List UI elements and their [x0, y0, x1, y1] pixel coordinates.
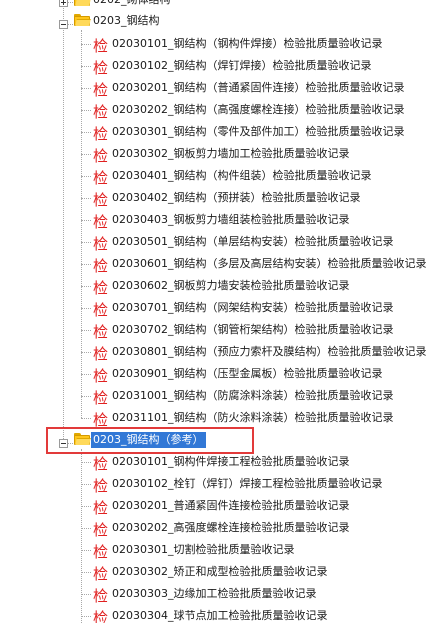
- tree-item[interactable]: 02030201_钢结构（普通紧固件连接）检验批质量验收记录: [112, 77, 405, 99]
- tree-item[interactable]: 02030302_钢板剪力墙加工检验批质量验收记录: [112, 143, 350, 165]
- tree-item[interactable]: 02030102_栓钉（焊钉）焊接工程检验批质量验收记录: [112, 473, 383, 495]
- tree-item[interactable]: 02031101_钢结构（防火涂料涂装）检验批质量验收记录: [112, 407, 394, 429]
- tree-item[interactable]: 02030601_钢结构（多层及高层结构安装）检验批质量验收记录: [112, 253, 427, 275]
- tree-item[interactable]: 02030301_切割检验批质量验收记录: [112, 539, 295, 561]
- inspection-form-icon: 检: [93, 37, 109, 55]
- tree-item[interactable]: 02030401_钢结构（构件组装）检验批质量验收记录: [112, 165, 372, 187]
- tree-item[interactable]: 02030201_普通紧固件连接检验批质量验收记录: [112, 495, 350, 517]
- inspection-form-icon: 检: [93, 147, 109, 165]
- tree-item[interactable]: 02030403_钢板剪力墙组装检验批质量验收记录: [112, 209, 350, 231]
- tree-node-group1[interactable]: 0203_钢结构: [93, 13, 160, 29]
- inspection-form-icon: 检: [93, 477, 109, 495]
- tree-item[interactable]: 02030801_钢结构（预应力索杆及膜结构）检验批质量验收记录: [112, 341, 427, 363]
- inspection-form-icon: 检: [93, 125, 109, 143]
- tree-item[interactable]: 02030202_高强度螺栓连接检验批质量验收记录: [112, 517, 350, 539]
- inspection-form-icon: 检: [93, 543, 109, 561]
- inspection-form-icon: 检: [93, 499, 109, 517]
- tree-item[interactable]: 02030702_钢结构（钢管桁架结构）检验批质量验收记录: [112, 319, 394, 341]
- tree-item[interactable]: 02030501_钢结构（单层结构安装）检验批质量验收记录: [112, 231, 394, 253]
- inspection-form-icon: 检: [93, 279, 109, 297]
- tree-item[interactable]: 02030202_钢结构（高强度螺栓连接）检验批质量验收记录: [112, 99, 405, 121]
- collapse-toggle-group1[interactable]: [59, 20, 68, 29]
- inspection-form-icon: 检: [93, 587, 109, 605]
- tree-guide-root: [63, 0, 64, 445]
- inspection-form-icon: 检: [93, 59, 109, 77]
- tree-item[interactable]: 02030304_球节点加工检验批质量验收记录: [112, 605, 328, 623]
- inspection-form-icon: 检: [93, 345, 109, 363]
- inspection-form-icon: 检: [93, 521, 109, 539]
- inspection-form-icon: 检: [93, 103, 109, 121]
- highlight-annotation-box: [46, 427, 254, 454]
- tree-item[interactable]: 02030301_钢结构（零件及部件加工）检验批质量验收记录: [112, 121, 405, 143]
- inspection-form-icon: 检: [93, 81, 109, 99]
- inspection-form-icon: 检: [93, 213, 109, 231]
- inspection-form-icon: 检: [93, 191, 109, 209]
- tree-item[interactable]: 02030901_钢结构（压型金属板）检验批质量验收记录: [112, 363, 383, 385]
- tree-item[interactable]: 02030402_钢结构（预拼装）检验批质量验收记录: [112, 187, 361, 209]
- tree-item[interactable]: 02030302_矫正和成型检验批质量验收记录: [112, 561, 328, 583]
- tree-item[interactable]: 02030102_钢结构（焊钉焊接）检验批质量验收记录: [112, 55, 372, 77]
- inspection-form-icon: 检: [93, 323, 109, 341]
- tree-item[interactable]: 02030303_边缘加工检验批质量验收记录: [112, 583, 317, 605]
- tree-item[interactable]: 02030101_钢构件焊接工程检验批质量验收记录: [112, 451, 350, 473]
- inspection-form-icon: 检: [93, 367, 109, 385]
- inspection-form-icon: 检: [93, 169, 109, 187]
- tree-item[interactable]: 02030602_钢板剪力墙安装检验批质量验收记录: [112, 275, 350, 297]
- tree-item[interactable]: 02031001_钢结构（防腐涂料涂装）检验批质量验收记录: [112, 385, 394, 407]
- tree-guide-group2: [81, 449, 82, 623]
- inspection-form-icon: 检: [93, 301, 109, 319]
- folder-open-icon: [74, 14, 91, 27]
- tree-view: 0202_砌体结构 0203_钢结构 检02030101_钢结构（钢构件焊接）检…: [0, 0, 445, 623]
- inspection-form-icon: 检: [93, 565, 109, 583]
- tree-item[interactable]: 02030101_钢结构（钢构件焊接）检验批质量验收记录: [112, 33, 383, 55]
- expand-toggle-0202[interactable]: [59, 0, 68, 7]
- inspection-form-icon: 检: [93, 389, 109, 407]
- tree-node-0202[interactable]: 0202_砌体结构: [93, 0, 171, 8]
- folder-icon: [74, 0, 91, 7]
- inspection-form-icon: 检: [93, 257, 109, 275]
- inspection-form-icon: 检: [93, 455, 109, 473]
- tree-item[interactable]: 02030701_钢结构（网架结构安装）检验批质量验收记录: [112, 297, 394, 319]
- inspection-form-icon: 检: [93, 609, 109, 623]
- inspection-form-icon: 检: [93, 235, 109, 253]
